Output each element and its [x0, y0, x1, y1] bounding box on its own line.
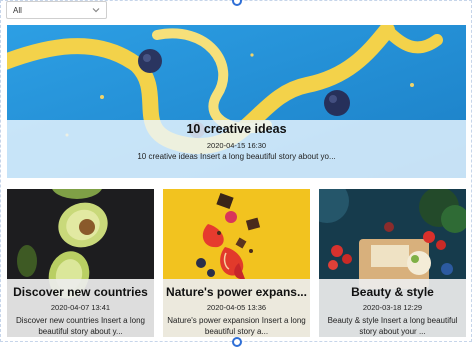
post-card-title[interactable]: Beauty & style [321, 285, 464, 299]
post-card-nature[interactable]: Nature's power expans... 2020-04-05 13:3… [163, 189, 310, 337]
post-card-title[interactable]: Nature's power expans... [165, 285, 308, 299]
post-card-excerpt: Discover new countries Insert a long bea… [16, 316, 145, 336]
post-card-date: 2020-03-18 12:29 [362, 303, 423, 312]
post-card-beauty[interactable]: Beauty & style 2020-03-18 12:29 Beauty &… [319, 189, 466, 337]
featured-post-date: 2020-04-15 16:30 [206, 141, 267, 150]
featured-post-title[interactable]: 10 creative ideas [7, 122, 466, 136]
post-card-excerpt: Beauty & style Insert a long beautiful s… [327, 316, 458, 336]
filter-selected-value: All [13, 5, 22, 15]
chevron-down-icon [92, 8, 100, 13]
post-card-caption: Discover new countries 2020-04-07 13:41 … [7, 279, 154, 337]
featured-post-caption: 10 creative ideas 2020-04-15 16:30 10 cr… [7, 120, 466, 178]
resize-handle-bottom[interactable] [232, 337, 242, 347]
post-card-caption: Beauty & style 2020-03-18 12:29 Beauty &… [319, 279, 466, 337]
featured-post-excerpt: 10 creative ideas Insert a long beautifu… [137, 152, 336, 161]
post-card-discover[interactable]: Discover new countries 2020-04-07 13:41 … [7, 189, 154, 337]
post-card-caption: Nature's power expans... 2020-04-05 13:3… [163, 279, 310, 337]
category-filter-select[interactable]: All [6, 1, 107, 19]
post-card-excerpt: Nature's power expansion Insert a long b… [167, 316, 306, 336]
resize-handle-top[interactable] [232, 0, 242, 6]
post-card-date: 2020-04-05 13:36 [206, 303, 267, 312]
featured-post-card[interactable]: 10 creative ideas 2020-04-15 16:30 10 cr… [7, 25, 466, 178]
post-card-date: 2020-04-07 13:41 [50, 303, 111, 312]
post-card-title[interactable]: Discover new countries [9, 285, 152, 299]
